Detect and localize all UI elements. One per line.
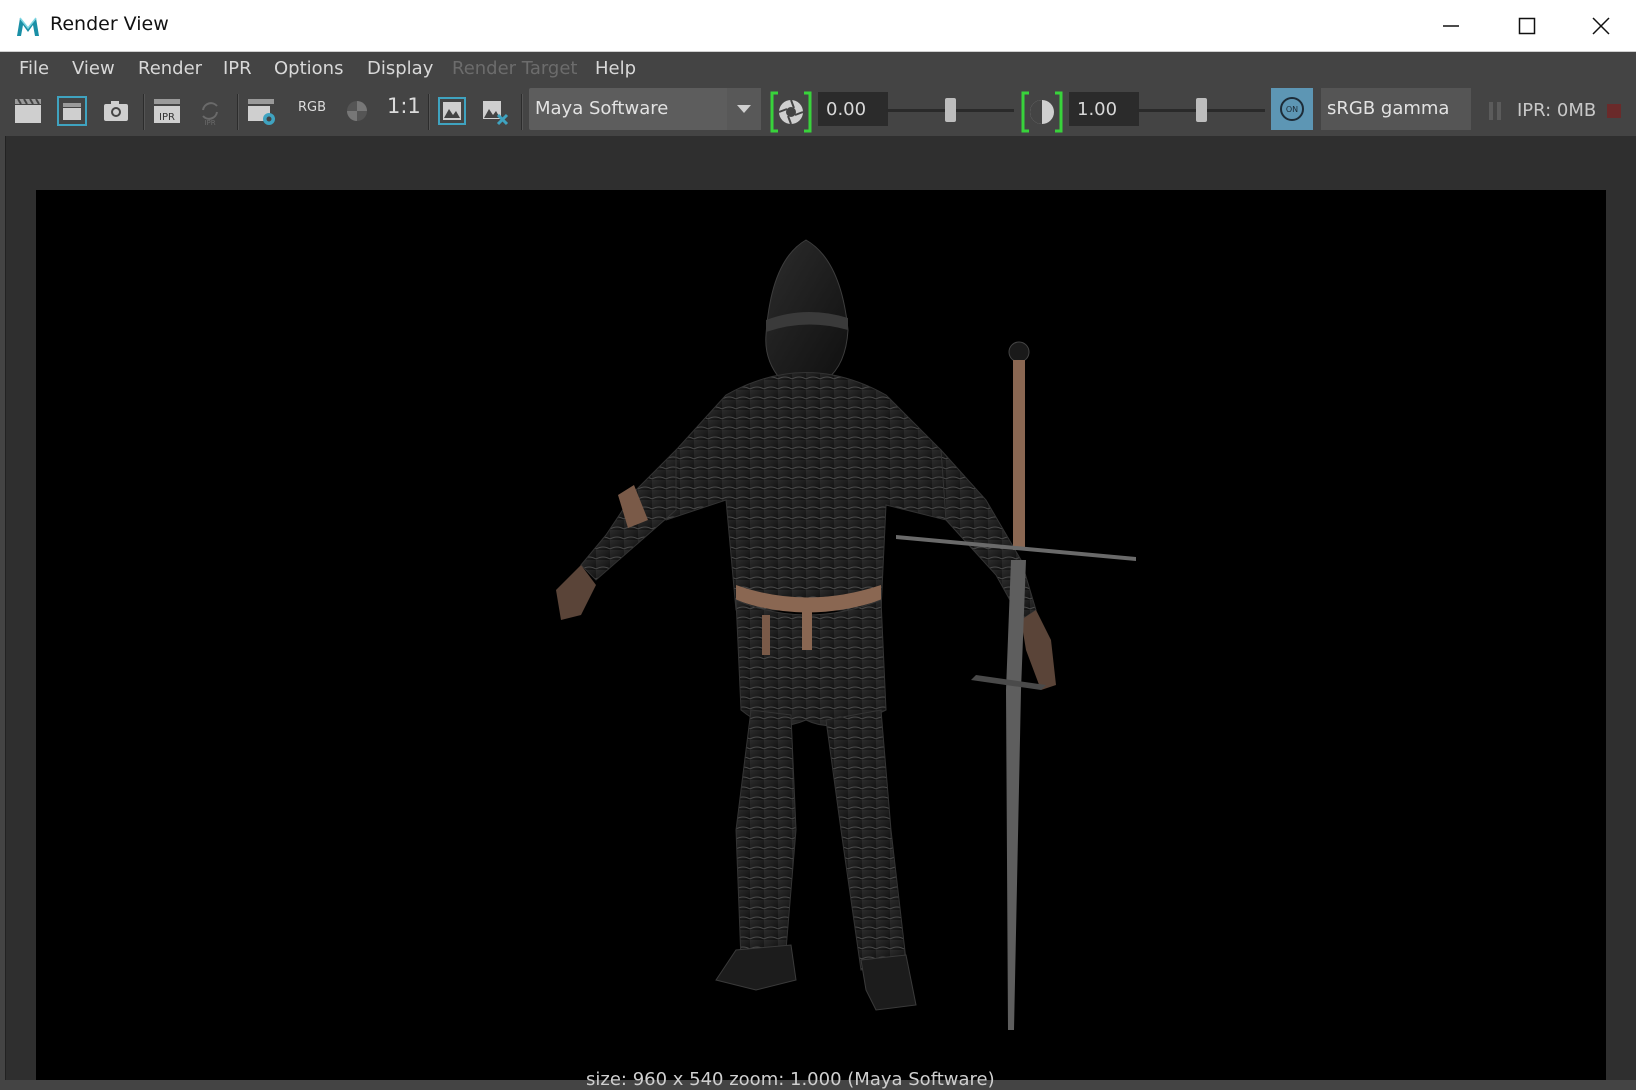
gamma-icon bbox=[1021, 91, 1063, 133]
gamma-button[interactable] bbox=[1020, 90, 1064, 134]
menu-bar: File View Render IPR Options Display Ren… bbox=[0, 52, 1636, 86]
gamma-slider-handle[interactable] bbox=[1195, 98, 1207, 122]
refresh-ipr-button: IPR bbox=[193, 94, 227, 128]
title-bar: Render View bbox=[0, 0, 1636, 52]
gamma-field[interactable]: 1.00 bbox=[1069, 92, 1139, 126]
ipr-render-button[interactable]: IPR bbox=[150, 94, 184, 128]
keep-image-button[interactable] bbox=[435, 94, 469, 128]
render-image[interactable] bbox=[36, 190, 1606, 1080]
view-transform-field[interactable]: sRGB gamma bbox=[1321, 88, 1471, 130]
exposure-button[interactable] bbox=[769, 90, 813, 134]
snapshot-icon bbox=[104, 101, 128, 121]
pause-ipr-button bbox=[1480, 94, 1510, 128]
render-settings-icon bbox=[248, 99, 275, 125]
maya-app-icon bbox=[14, 12, 42, 40]
render-settings-button[interactable] bbox=[244, 94, 278, 128]
render-view-panel[interactable]: size: 960 x 540 zoom: 1.000 (Maya Softwa… bbox=[5, 136, 1636, 1090]
color-management-on-icon: ON bbox=[1280, 97, 1304, 121]
svg-text:IPR: IPR bbox=[204, 119, 215, 126]
stop-ipr-button bbox=[1602, 94, 1626, 128]
real-size-button[interactable]: 1:1 bbox=[387, 94, 421, 118]
alpha-channel-icon bbox=[347, 101, 367, 121]
toolbar-separator bbox=[521, 94, 523, 130]
snapshot-button[interactable] bbox=[99, 94, 133, 128]
maximize-button[interactable] bbox=[1492, 0, 1562, 51]
close-icon bbox=[1592, 16, 1610, 35]
maximize-icon bbox=[1518, 17, 1536, 34]
ipr-render-icon: IPR bbox=[154, 99, 180, 123]
knight-render-image bbox=[556, 239, 1136, 1030]
minimize-icon bbox=[1443, 24, 1459, 27]
menu-ipr[interactable]: IPR bbox=[223, 58, 252, 79]
menu-display[interactable]: Display bbox=[367, 58, 433, 79]
minimize-button[interactable] bbox=[1416, 0, 1486, 51]
exposure-field[interactable]: 0.00 bbox=[818, 92, 888, 126]
rgb-channels-button[interactable]: RGB bbox=[298, 100, 326, 115]
exposure-icon bbox=[770, 91, 812, 133]
menu-render[interactable]: Render bbox=[138, 58, 202, 79]
ipr-memory-label: IPR: 0MB bbox=[1517, 100, 1597, 121]
close-button[interactable] bbox=[1566, 0, 1636, 51]
menu-view[interactable]: View bbox=[72, 58, 115, 79]
pause-icon bbox=[1489, 102, 1501, 120]
alpha-channel-button[interactable] bbox=[340, 94, 374, 128]
svg-text:ON: ON bbox=[1286, 105, 1298, 114]
refresh-ipr-icon: IPR bbox=[202, 102, 218, 126]
stop-icon bbox=[1607, 104, 1621, 118]
menu-file[interactable]: File bbox=[19, 58, 49, 79]
remove-image-button[interactable] bbox=[478, 94, 512, 128]
color-management-toggle[interactable]: ON bbox=[1271, 88, 1313, 130]
svg-text:IPR: IPR bbox=[159, 112, 175, 123]
menu-options[interactable]: Options bbox=[274, 58, 343, 79]
render-toolbar: IPR IPR RGB 1:1 Maya Software 0.00 1.00 … bbox=[0, 86, 1636, 136]
menu-help[interactable]: Help bbox=[595, 58, 636, 79]
renderer-label: Maya Software bbox=[535, 98, 669, 119]
redo-previous-render-button[interactable] bbox=[55, 94, 89, 128]
exposure-slider-handle[interactable] bbox=[944, 98, 956, 122]
remove-image-icon bbox=[483, 101, 509, 126]
toolbar-separator bbox=[143, 94, 145, 130]
render-current-frame-icon bbox=[15, 98, 41, 123]
render-current-frame-button[interactable] bbox=[11, 94, 45, 128]
menu-render-target: Render Target bbox=[452, 58, 578, 79]
toolbar-separator bbox=[428, 94, 430, 130]
window-title: Render View bbox=[50, 13, 169, 35]
redo-previous-render-icon bbox=[57, 96, 87, 126]
renderer-dropdown[interactable]: Maya Software bbox=[529, 88, 761, 130]
keep-image-icon bbox=[438, 97, 466, 125]
toolbar-separator bbox=[237, 94, 239, 130]
chevron-down-icon bbox=[727, 88, 761, 130]
